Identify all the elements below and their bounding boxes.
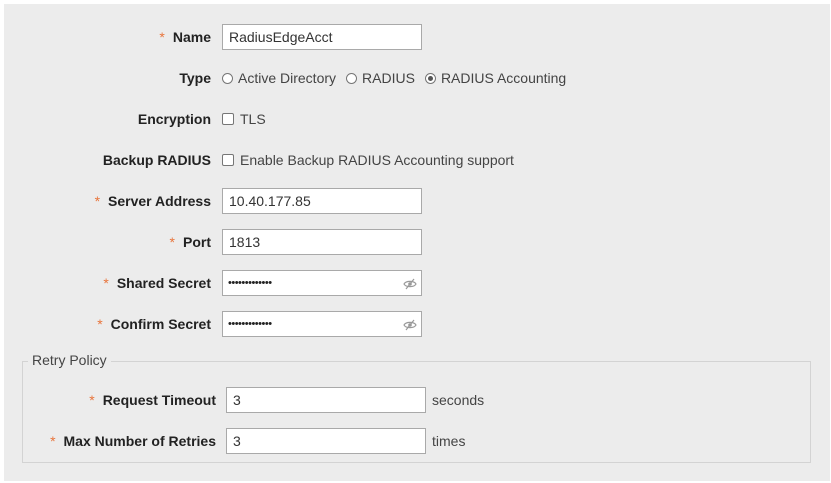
- request-timeout-row: *Request Timeout seconds: [4, 387, 830, 413]
- radio-radius-accounting[interactable]: [424, 72, 436, 84]
- tls-checkbox[interactable]: [222, 113, 234, 125]
- server-address-label: * Server Address: [94, 193, 211, 209]
- confirm-secret-input[interactable]: •••••••••••••: [222, 311, 422, 337]
- eye-slash-icon[interactable]: [403, 278, 417, 290]
- max-retries-input[interactable]: [226, 428, 426, 454]
- type-option-active-directory[interactable]: Active Directory: [222, 70, 336, 86]
- request-timeout-label: * Request Timeout: [89, 392, 216, 408]
- backup-radius-checkbox[interactable]: [222, 154, 234, 166]
- server-address-row: * Server Address: [4, 188, 830, 214]
- max-retries-unit: times: [432, 433, 466, 449]
- port-input[interactable]: [222, 229, 422, 255]
- name-label: * Name: [159, 29, 211, 45]
- confirm-secret-row: * Confirm Secret •••••••••••••: [4, 311, 830, 337]
- encryption-label: Encryption: [137, 111, 211, 127]
- form-panel: *Name Type Active Directory RADIUS RADIU…: [4, 4, 830, 481]
- shared-secret-input[interactable]: •••••••••••••: [222, 270, 422, 296]
- radio-radius[interactable]: [346, 72, 358, 84]
- type-option-radius-accounting[interactable]: RADIUS Accounting: [424, 70, 566, 86]
- type-option-radius[interactable]: RADIUS: [346, 70, 415, 86]
- request-timeout-input[interactable]: [226, 387, 426, 413]
- max-retries-label: * Max Number of Retries: [50, 433, 216, 449]
- request-timeout-unit: seconds: [432, 392, 485, 408]
- type-label: Type: [179, 70, 211, 86]
- name-row: * Name: [4, 24, 830, 50]
- confirm-secret-label: * Confirm Secret: [97, 316, 211, 332]
- tls-option[interactable]: TLS: [222, 111, 266, 127]
- type-row: Type Active Directory RADIUS RADIUS Acco…: [4, 65, 830, 91]
- shared-secret-label: * Shared Secret: [103, 275, 211, 291]
- radio-active-directory[interactable]: [222, 72, 233, 84]
- port-row: * Port: [4, 229, 830, 255]
- retry-policy-legend: Retry Policy: [28, 352, 111, 368]
- backup-radius-row: Backup RADIUS Enable Backup RADIUS Accou…: [4, 147, 830, 173]
- encryption-row: Encryption TLS: [4, 106, 830, 132]
- port-label: * Port: [169, 234, 211, 250]
- backup-radius-option[interactable]: Enable Backup RADIUS Accounting support: [222, 152, 514, 168]
- max-retries-row: *Max Number of Retries times: [4, 428, 830, 454]
- eye-slash-icon[interactable]: [403, 319, 417, 331]
- server-address-input[interactable]: [222, 188, 422, 214]
- name-input[interactable]: [222, 24, 422, 50]
- shared-secret-row: * Shared Secret •••••••••••••: [4, 270, 830, 296]
- backup-radius-label: Backup RADIUS: [102, 152, 211, 168]
